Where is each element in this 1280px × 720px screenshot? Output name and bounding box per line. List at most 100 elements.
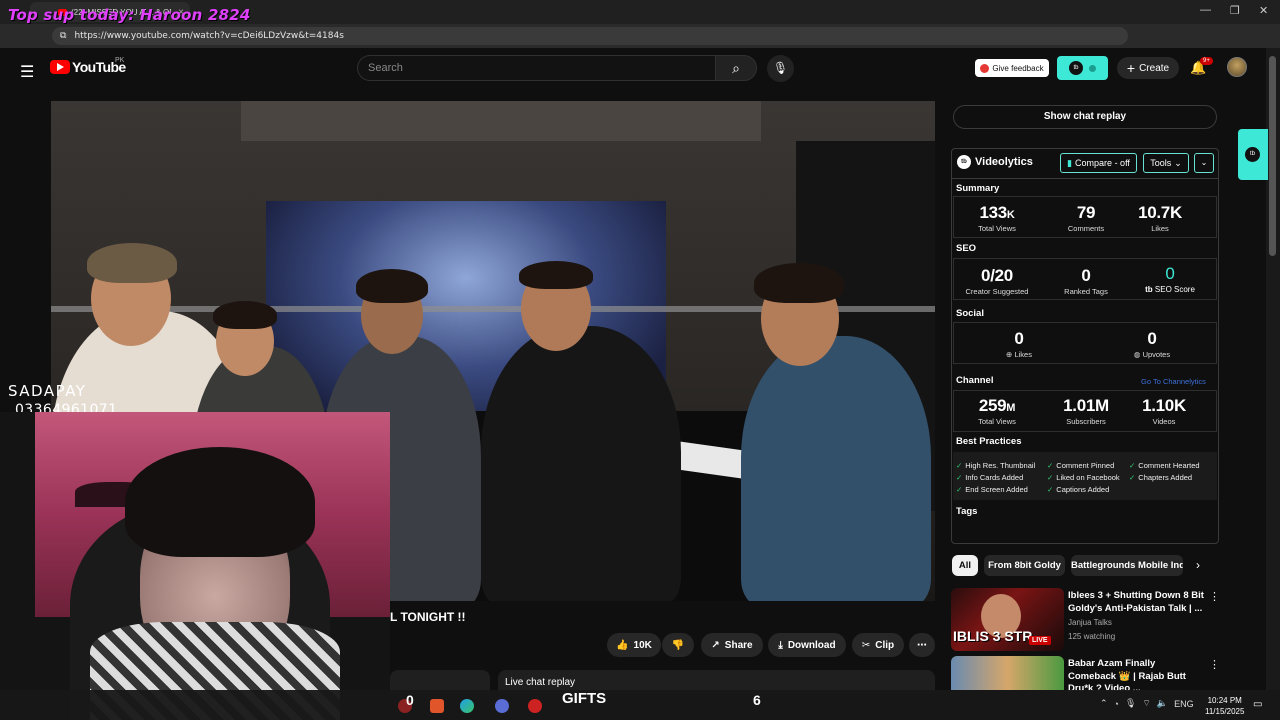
videolytics-title: Videolytics [975,156,1033,168]
stat-value: 0 [1147,329,1157,348]
divider [952,178,1218,179]
recommendation-item[interactable]: Babar Azam Finally Comeback 👑 | Rajab Bu… [951,656,1221,694]
recommendation-item[interactable]: IBLIS 3 STR LIVE Iblees 3 + Shutting Dow… [951,588,1221,652]
search-input[interactable]: Search [357,55,715,81]
stat-seo-score[interactable]: 0 tb SEO Score [1128,264,1212,294]
tubebuddy-side-tab[interactable]: tb [1238,129,1268,180]
collapse-chevron-icon[interactable]: ⌄ [1194,153,1214,173]
show-chat-replay-button[interactable]: Show chat replay [953,105,1217,129]
share-label: Share [724,639,753,651]
scrollbar-thumb[interactable] [1269,56,1276,256]
stat-label: Subscribers [1066,417,1106,426]
country-code: PK [115,57,125,64]
menu-icon[interactable]: ☰ [20,62,34,82]
more-dots-icon[interactable]: ⋮ [1209,658,1220,671]
tubebuddy-toggle[interactable]: tb [1057,56,1108,80]
check-icon: ✓ [1047,461,1054,470]
more-dots-icon[interactable]: ⋮ [1209,590,1220,603]
tools-dropdown[interactable]: Tools ⌄ [1143,153,1189,173]
videolytics-header: tb Videolytics [957,155,1033,169]
plus-icon: + [1126,60,1136,76]
brave-icon[interactable] [430,699,444,713]
address-bar-row: ← ↻ ⧉ https://www.youtube.com/watch?v=cD… [0,24,1280,66]
person-5-hair [754,263,844,303]
clip-button[interactable]: ✂ Clip [852,633,904,657]
go-to-channelytics-link[interactable]: Go To Channelytics [1141,377,1206,386]
upvotes-label: Upvotes [1142,350,1171,359]
bp-label: End Screen Added [965,485,1028,494]
facebook-icon: ⊕ [1006,350,1013,359]
microphone-icon[interactable]: 🎙 [767,55,794,82]
chevron-up-icon[interactable]: ⌃ [1100,698,1108,709]
wifi-icon[interactable]: ⌔ [1142,698,1150,709]
chip-all[interactable]: All [952,555,978,576]
address-bar[interactable]: ⧉ https://www.youtube.com/watch?v=cDei6L… [52,27,1128,45]
notification-center-icon[interactable]: ▭ [1253,699,1262,710]
bp-label: Captions Added [1056,485,1110,494]
recommendation-title[interactable]: Iblees 3 + Shutting Down 8 Bit Goldy's A… [1068,590,1204,615]
recommendation-thumbnail[interactable] [951,656,1064,690]
share-button[interactable]: ↗ Share [701,633,763,657]
stat-total-views: 133K Total Views [955,203,1039,233]
dislike-button[interactable]: 👎 [662,633,694,657]
volume-icon[interactable]: 🔈 [1157,698,1168,709]
thumbs-down-icon: 👎 [671,639,685,651]
stat-social-likes: 0 ⊕ Likes [977,329,1061,359]
like-count: 10K [633,639,652,651]
feedback-logo-icon [980,63,990,73]
download-button[interactable]: ⤓ Download [768,633,846,657]
window-close-icon[interactable]: ✕ [1259,4,1268,17]
toggle-dot-icon [1089,64,1096,72]
site-info-icon[interactable]: ⧉ [60,31,66,41]
stat-creator-suggested: 0/20 Creator Suggested [955,266,1039,296]
chrome-icon[interactable] [495,699,509,713]
stat-value: 0/20 [981,266,1013,285]
minimize-icon[interactable]: — [1200,4,1211,16]
microphone-icon[interactable]: 🎙 [1125,698,1136,709]
compare-toggle-button[interactable]: ▮ Compare - off [1060,153,1137,173]
bp-item: ✓ Captions Added [1047,485,1109,494]
thumbs-up-icon: 👍 [616,639,629,651]
search-icon[interactable]: ⌕ [715,55,757,81]
streamer-hair [125,447,315,557]
recommendation-thumbnail[interactable]: IBLIS 3 STR LIVE [951,588,1064,651]
check-icon: ✓ [1129,473,1136,482]
stat-value: 10.7K [1138,203,1182,222]
summary-heading: Summary [956,183,1000,194]
more-actions-button[interactable]: ⋯ [909,633,935,657]
recommendation-meta: 125 watching [1068,632,1116,641]
bp-label: Chapters Added [1138,473,1193,482]
bp-item: ✓ Comment Pinned [1047,461,1114,470]
like-button[interactable]: 👍 10K [607,633,661,657]
obs-icon[interactable] [528,699,542,713]
language-indicator[interactable]: ENG [1174,699,1194,709]
stat-value: 0 [1014,329,1024,348]
youtube-logo-icon[interactable] [50,60,70,74]
stat-subscribers: 1.01M Subscribers [1044,396,1128,426]
chip-bgmi[interactable]: Battlegrounds Mobile India [1071,555,1183,576]
person-3-hair [356,269,428,303]
network-icon[interactable]: ◔ [1114,699,1119,709]
chip-from-channel[interactable]: From 8bit Goldy [984,555,1065,576]
stat-label: ◍ Upvotes [1110,350,1194,359]
taskbar-clock[interactable]: 10:24 PM 11/15/2025 [1205,695,1244,717]
maximize-icon[interactable]: ❐ [1230,4,1240,17]
chevron-right-icon[interactable]: › [1196,558,1200,572]
person-2-hair [213,301,277,329]
give-feedback-label: Give feedback [992,63,1044,73]
create-button[interactable]: + Create [1117,57,1179,79]
recommendation-channel[interactable]: Janjua Talks [1068,618,1112,627]
seo-heading: SEO [956,243,977,254]
stat-label: Creator Suggested [965,287,1029,296]
stat-value: 1.10K [1142,396,1186,415]
edge-icon[interactable] [460,699,474,713]
give-feedback-button[interactable]: Give feedback [975,59,1049,77]
tags-heading: Tags [956,506,978,517]
stat-channel-views: 259M Total Views [955,396,1039,426]
avatar[interactable] [1227,57,1247,77]
bp-label: Liked on Facebook [1056,473,1120,482]
live-badge: LIVE [1029,636,1051,645]
stat-label: ⊕ Likes [977,350,1061,359]
stat-value: 79 [1076,203,1096,222]
stat-value: 133 [979,203,1007,222]
